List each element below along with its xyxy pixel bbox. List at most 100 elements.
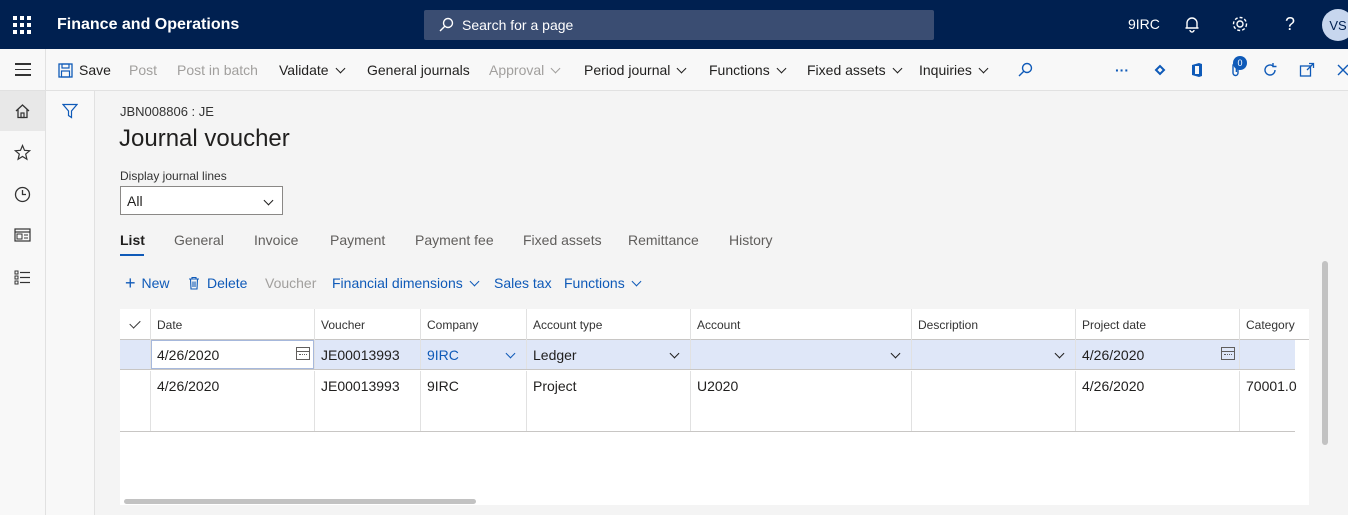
validate-menu[interactable]: Validate bbox=[279, 49, 346, 91]
column-header-category[interactable]: Category bbox=[1240, 309, 1309, 340]
action-search-icon[interactable] bbox=[1015, 60, 1035, 80]
recent-clock-icon[interactable] bbox=[0, 174, 45, 214]
period-journal-menu[interactable]: Period journal bbox=[584, 49, 687, 91]
office-icon[interactable] bbox=[1187, 60, 1207, 80]
date-cell[interactable]: 4/26/2020 bbox=[151, 371, 315, 431]
tab-remittance[interactable]: Remittance bbox=[628, 232, 699, 248]
company-cell[interactable]: 9IRC bbox=[421, 371, 527, 431]
company-value: 9IRC bbox=[427, 347, 459, 363]
tab-history[interactable]: History bbox=[729, 232, 773, 248]
delete-label: Delete bbox=[207, 275, 248, 291]
save-button[interactable]: Save bbox=[58, 49, 111, 91]
description-cell[interactable] bbox=[912, 371, 1076, 431]
new-button[interactable]: + New bbox=[125, 274, 170, 292]
open-new-window-icon[interactable] bbox=[1297, 60, 1317, 80]
search-icon bbox=[439, 17, 454, 32]
company-cell[interactable]: 9IRC bbox=[421, 340, 527, 369]
more-options-icon[interactable]: ··· bbox=[1112, 60, 1132, 80]
financial-dimensions-menu[interactable]: Financial dimensions bbox=[332, 275, 480, 291]
project-date-value: 4/26/2020 bbox=[1082, 347, 1145, 363]
horizontal-scrollbar[interactable] bbox=[124, 499, 476, 504]
tab-payment-fee[interactable]: Payment fee bbox=[415, 232, 494, 248]
chevron-down-icon bbox=[550, 63, 561, 73]
display-journal-lines-label: Display journal lines bbox=[120, 169, 227, 183]
trash-icon bbox=[189, 276, 199, 290]
voucher-cell[interactable]: JE00013993 bbox=[315, 371, 421, 431]
hamburger-menu-icon[interactable] bbox=[0, 48, 46, 91]
project-date-cell[interactable]: 4/26/2020 bbox=[1076, 340, 1240, 369]
account-cell[interactable]: U2020 bbox=[691, 371, 912, 431]
favorites-star-icon[interactable] bbox=[0, 132, 45, 172]
app-title[interactable]: Finance and Operations bbox=[57, 16, 239, 34]
save-icon bbox=[58, 62, 73, 78]
vertical-scrollbar[interactable] bbox=[1322, 261, 1328, 445]
chevron-down-icon[interactable] bbox=[669, 348, 680, 359]
general-journals-button[interactable]: General journals bbox=[367, 49, 470, 91]
category-cell[interactable] bbox=[1240, 340, 1309, 369]
column-header-account[interactable]: Account bbox=[691, 309, 912, 340]
approval-menu[interactable]: Approval bbox=[489, 49, 561, 91]
grid-functions-menu[interactable]: Functions bbox=[564, 275, 642, 291]
row-selector[interactable] bbox=[120, 340, 151, 369]
modules-list-icon[interactable] bbox=[0, 257, 45, 297]
avatar[interactable]: VS bbox=[1322, 9, 1348, 41]
column-header-description[interactable]: Description bbox=[912, 309, 1076, 340]
post-button[interactable]: Post bbox=[129, 49, 157, 91]
save-label: Save bbox=[79, 62, 111, 78]
voucher-cell[interactable]: JE00013993 bbox=[315, 340, 421, 369]
app-launcher-icon[interactable] bbox=[0, 0, 44, 49]
tab-fixed-assets[interactable]: Fixed assets bbox=[523, 232, 602, 248]
workspaces-icon[interactable] bbox=[0, 215, 45, 255]
filter-icon[interactable] bbox=[61, 103, 79, 122]
functions-menu[interactable]: Functions bbox=[709, 49, 787, 91]
tab-payment[interactable]: Payment bbox=[330, 232, 385, 248]
project-date-cell[interactable]: 4/26/2020 bbox=[1076, 371, 1240, 431]
home-icon[interactable] bbox=[0, 91, 45, 131]
period-journal-label: Period journal bbox=[584, 62, 671, 78]
voucher-button[interactable]: Voucher bbox=[265, 275, 316, 291]
tab-general[interactable]: General bbox=[174, 232, 224, 248]
search-box[interactable]: Search for a page bbox=[424, 10, 934, 40]
column-header-account-type[interactable]: Account type bbox=[527, 309, 691, 340]
account-type-cell[interactable]: Ledger bbox=[527, 340, 691, 369]
functions-label: Functions bbox=[709, 62, 770, 78]
display-journal-lines-select[interactable]: All bbox=[120, 186, 283, 215]
row-selector[interactable] bbox=[120, 371, 151, 431]
account-type-cell[interactable]: Project bbox=[527, 371, 691, 431]
date-cell[interactable]: 4/26/2020 bbox=[151, 340, 315, 369]
power-apps-icon[interactable] bbox=[1150, 60, 1170, 80]
help-icon[interactable]: ? bbox=[1278, 12, 1302, 36]
tab-invoice[interactable]: Invoice bbox=[254, 232, 298, 248]
account-cell[interactable] bbox=[691, 340, 912, 369]
column-header-voucher[interactable]: Voucher bbox=[315, 309, 421, 340]
gear-icon[interactable] bbox=[1228, 12, 1252, 36]
close-icon[interactable] bbox=[1333, 60, 1348, 80]
bell-icon[interactable] bbox=[1180, 12, 1204, 36]
inquiries-label: Inquiries bbox=[919, 62, 972, 78]
company-picker[interactable]: 9IRC bbox=[1128, 16, 1160, 32]
description-cell[interactable] bbox=[912, 340, 1076, 369]
tab-list[interactable]: List bbox=[120, 232, 145, 248]
chevron-down-icon bbox=[469, 276, 480, 286]
calendar-icon[interactable] bbox=[296, 347, 310, 360]
calendar-icon[interactable] bbox=[1221, 347, 1235, 360]
chevron-down-icon[interactable] bbox=[505, 348, 516, 359]
table-row[interactable]: 4/26/2020 JE00013993 9IRC Ledger 4/26/20… bbox=[120, 340, 1295, 370]
category-cell[interactable]: 70001.0 bbox=[1240, 371, 1309, 431]
display-journal-lines-value: All bbox=[127, 192, 143, 209]
column-header-project-date[interactable]: Project date bbox=[1076, 309, 1240, 340]
column-header-date[interactable]: Date bbox=[151, 309, 315, 340]
inquiries-menu[interactable]: Inquiries bbox=[919, 49, 989, 91]
column-header-company[interactable]: Company bbox=[421, 309, 527, 340]
chevron-down-icon[interactable] bbox=[890, 348, 901, 359]
attachment-count-badge: 0 bbox=[1233, 56, 1247, 70]
sales-tax-button[interactable]: Sales tax bbox=[494, 275, 552, 291]
select-all-checkbox[interactable] bbox=[120, 309, 151, 340]
refresh-icon[interactable] bbox=[1260, 60, 1280, 80]
fixed-assets-menu[interactable]: Fixed assets bbox=[807, 49, 903, 91]
table-row[interactable]: 4/26/2020 JE00013993 9IRC Project U2020 … bbox=[120, 371, 1297, 432]
action-pane: Save Post Post in batch Validate General… bbox=[0, 48, 1348, 91]
post-in-batch-button[interactable]: Post in batch bbox=[177, 49, 258, 91]
delete-button[interactable]: Delete bbox=[188, 275, 247, 291]
chevron-down-icon[interactable] bbox=[1054, 348, 1065, 359]
